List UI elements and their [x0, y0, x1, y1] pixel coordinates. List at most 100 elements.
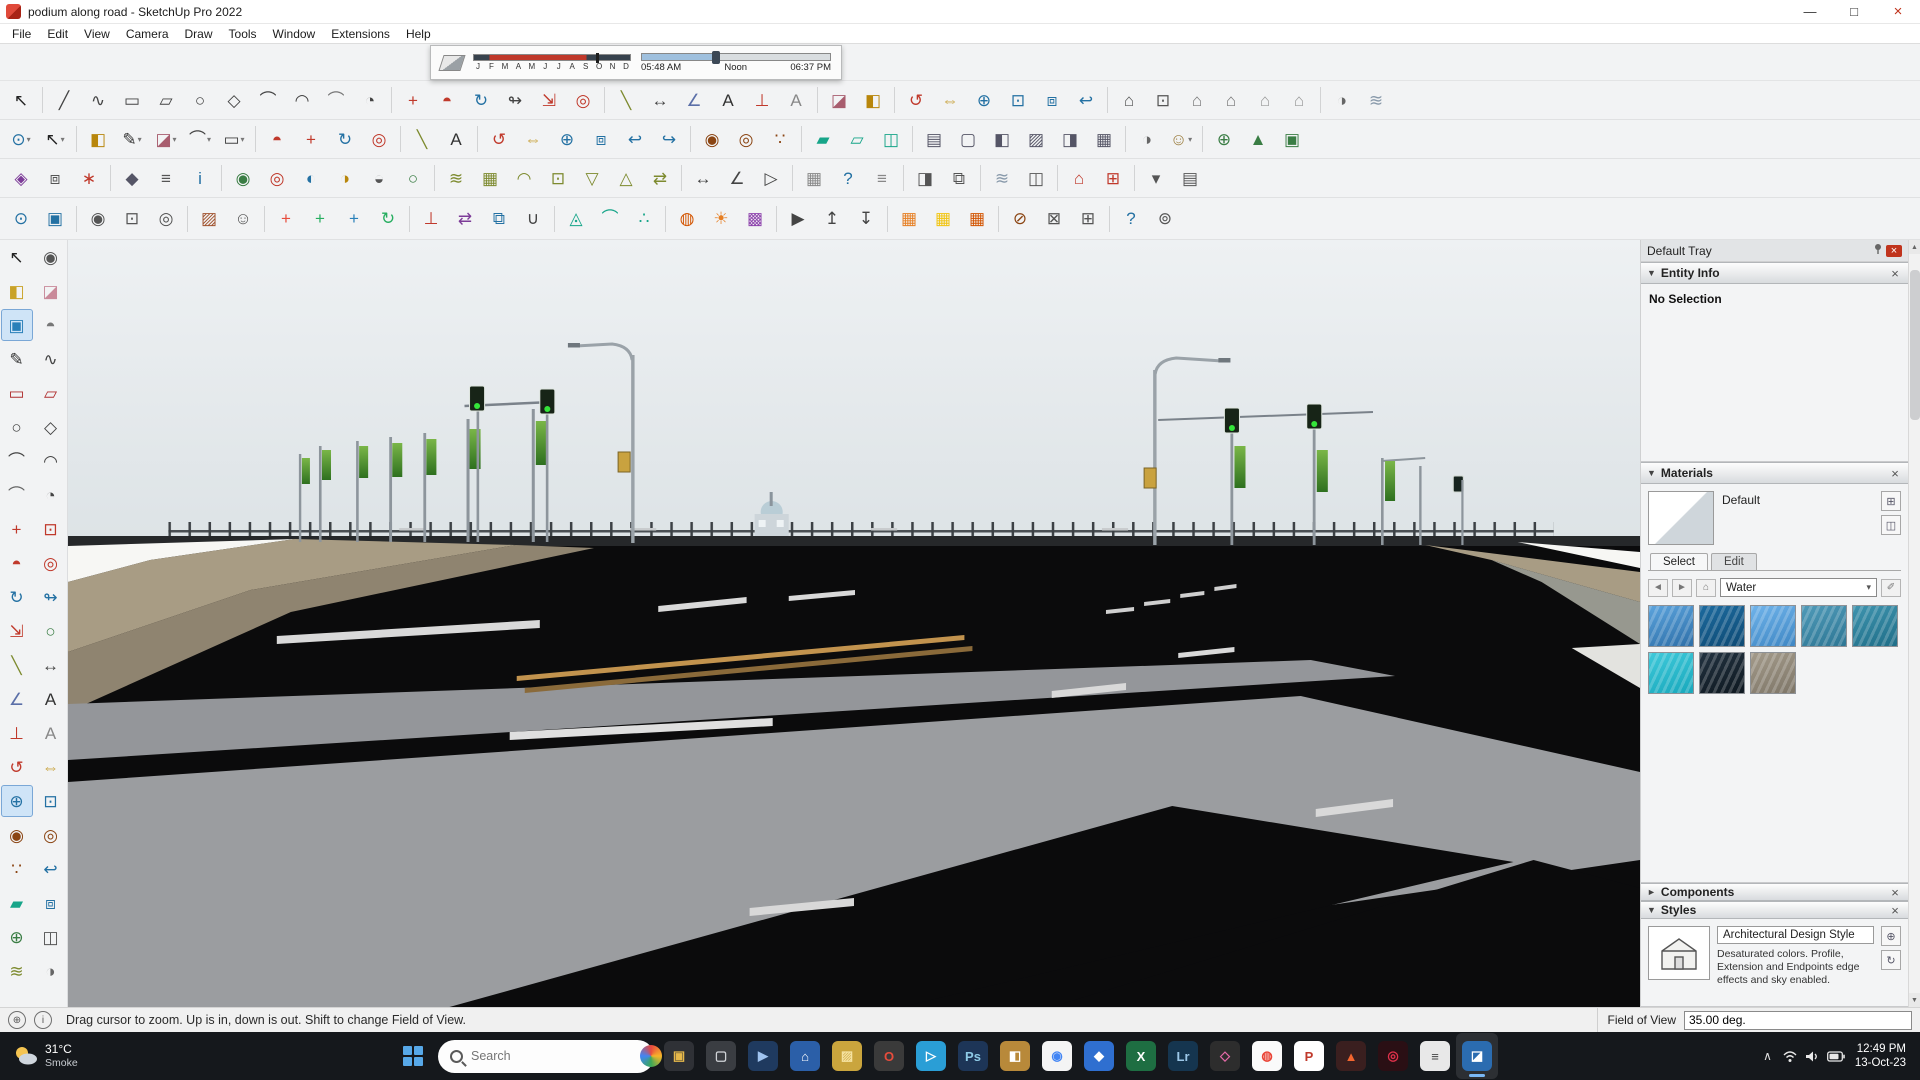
iso-view-icon[interactable]: ⌂ — [1112, 85, 1146, 116]
polygon-tool-icon[interactable]: ◇ — [217, 85, 251, 116]
create-material-button[interactable]: ⊞ — [1881, 491, 1901, 511]
freehand-tool-icon[interactable]: ∿ — [81, 85, 115, 116]
palette-dimension-tool[interactable]: ↔ — [35, 649, 67, 681]
text-icon[interactable]: A — [439, 124, 473, 155]
palette-previous-view-tool[interactable]: ↩ — [35, 853, 67, 885]
palette-polygon-tool[interactable]: ◇ — [35, 411, 67, 443]
grid-icon[interactable]: ▦ — [797, 163, 831, 194]
previous-view-icon[interactable]: ↩ — [1069, 85, 1103, 116]
protractor-tool-icon[interactable]: ∠ — [677, 85, 711, 116]
zoom-extents-tool-icon[interactable]: ⧈ — [1035, 85, 1069, 116]
top-view-icon[interactable]: ⊡ — [1146, 85, 1180, 116]
palette-orbit-tool[interactable]: ↺ — [1, 751, 33, 783]
hidden-line-style-icon[interactable]: ▢ — [951, 124, 985, 155]
three-point-arc-tool-icon[interactable]: ⌒ — [319, 85, 353, 116]
palette-two-point-arc-tool[interactable]: ◠ — [35, 445, 67, 477]
components-close-icon[interactable]: × — [1888, 885, 1902, 900]
position-texture-icon[interactable]: ▨ — [192, 203, 226, 234]
palette-zoom-extents-tool[interactable]: ⧈ — [35, 887, 67, 919]
palette-line-tool[interactable]: ✎ — [1, 343, 33, 375]
scroll-up-arrow-icon[interactable]: ▲ — [1909, 240, 1920, 254]
palette-select-tool[interactable]: ↖ — [1, 241, 33, 273]
taskbar-monitor-icon[interactable]: ▢ — [700, 1033, 742, 1079]
palette-push-pull-alt-tool[interactable]: ◓ — [35, 309, 67, 341]
update-style-button[interactable]: ↻ — [1881, 950, 1901, 970]
palette-match-photo-tool[interactable]: ◫ — [35, 921, 67, 953]
solid-union-icon[interactable]: ◉ — [226, 163, 260, 194]
sample-paint-icon[interactable]: ✐ — [1881, 578, 1901, 597]
dropdown-caret-icon[interactable]: ▾ — [27, 135, 31, 144]
components-header[interactable]: ► Components × — [1641, 883, 1908, 901]
taskbar-photos-icon[interactable]: ▣ — [658, 1033, 700, 1079]
paint-bucket-tool-icon[interactable]: ◧ — [856, 85, 890, 116]
section-plane-icon[interactable]: ▰ — [806, 124, 840, 155]
advanced-camera-icon[interactable]: ◉ — [81, 203, 115, 234]
look-through-camera-icon[interactable]: ◎ — [149, 203, 183, 234]
tape-measure-icon[interactable]: ╲ — [405, 124, 439, 155]
shape-dropdown-icon[interactable]: ▭ ▾ — [217, 124, 251, 155]
palette-geolocate-tool[interactable]: ⊕ — [1, 921, 33, 953]
taskbar-pinterest-icon[interactable]: P — [1288, 1033, 1330, 1079]
entity-info-close-icon[interactable]: × — [1888, 266, 1902, 281]
menu-file[interactable]: File — [4, 25, 39, 43]
styles-panel-icon[interactable]: ◨ — [908, 163, 942, 194]
solid-subtract-icon[interactable]: ◎ — [260, 163, 294, 194]
import-icon[interactable]: ↧ — [849, 203, 883, 234]
swatch-water-ocean[interactable] — [1852, 605, 1898, 647]
mirror-icon[interactable]: ⇄ — [448, 203, 482, 234]
smoove-icon[interactable]: ◠ — [507, 163, 541, 194]
palette-text-tool[interactable]: A — [35, 683, 67, 715]
palette-outer-shell-tool[interactable]: ○ — [35, 615, 67, 647]
help-icon[interactable]: ? — [1114, 203, 1148, 234]
arc-tool-icon[interactable]: ⌒ — [251, 85, 285, 116]
shadow-dialog-icon[interactable]: ◑ — [1130, 124, 1164, 155]
taskbar-maps-icon[interactable]: ◆ — [1078, 1033, 1120, 1079]
zoom-icon[interactable]: ⊕ — [550, 124, 584, 155]
taskbar-chrome-icon[interactable]: ◉ — [1036, 1033, 1078, 1079]
solid-split-icon[interactable]: ◒ — [362, 163, 396, 194]
follow-me-tool-icon[interactable]: ↬ — [498, 85, 532, 116]
sandbox-contours-icon[interactable]: ≋ — [439, 163, 473, 194]
taskbar-excel-icon[interactable]: X — [1120, 1033, 1162, 1079]
swatch-water-deep[interactable] — [1699, 605, 1745, 647]
back-view-icon[interactable]: ⌂ — [1248, 85, 1282, 116]
select-tool-icon[interactable]: ↖ — [4, 85, 38, 116]
palette-soften-edges-tool[interactable]: ≋ — [1, 955, 33, 987]
push-pull-icon[interactable]: ◓ — [260, 124, 294, 155]
two-point-arc-tool-icon[interactable]: ◠ — [285, 85, 319, 116]
settings-icon[interactable]: ⊚ — [1148, 203, 1182, 234]
palette-material-box-tool[interactable]: ▣ — [0, 309, 33, 341]
taskbar-sketchup-icon[interactable]: ◪ — [1456, 1033, 1498, 1079]
dimension-linear-icon[interactable]: ↔ — [686, 163, 720, 194]
search-input[interactable] — [471, 1049, 632, 1063]
weld-icon[interactable]: ∪ — [516, 203, 550, 234]
shadow-date-slider[interactable] — [473, 53, 631, 63]
taskbar-file-explorer-icon[interactable]: ▨ — [826, 1033, 868, 1079]
match-photo-icon[interactable]: ◫ — [1019, 163, 1053, 194]
make-group-icon[interactable]: ⧈ — [38, 163, 72, 194]
palette-orbit-eye-tool[interactable]: ◉ — [35, 241, 67, 273]
entity-info-header[interactable]: ▼ Entity Info × — [1641, 262, 1908, 284]
warehouse-grid-2-icon[interactable]: ▦ — [926, 203, 960, 234]
curve-tools-icon[interactable]: ⌒ — [593, 203, 627, 234]
tray-scrollbar[interactable]: ▲ ▼ — [1908, 240, 1920, 1007]
eraser-tool-icon[interactable]: ◪ — [822, 85, 856, 116]
pan-tool-icon[interactable]: ⇔ — [933, 85, 967, 116]
palette-three-point-arc-tool[interactable]: ⌒ — [1, 479, 33, 511]
wifi-icon[interactable] — [1782, 1050, 1798, 1063]
swatch-water-sparkling[interactable] — [1648, 605, 1694, 647]
menu-help[interactable]: Help — [398, 25, 439, 43]
vertex-tools-icon[interactable]: ∴ — [627, 203, 661, 234]
palette-pie-tool[interactable]: ◔ — [35, 479, 67, 511]
textured-style-icon[interactable]: ▨ — [1019, 124, 1053, 155]
palette-rectangle-tool[interactable]: ▭ — [1, 377, 33, 409]
materials-collection-dropdown[interactable]: Water ▾ — [1720, 578, 1877, 597]
next-view-icon[interactable]: ↪ — [652, 124, 686, 155]
move-plus-green-icon[interactable]: + — [303, 203, 337, 234]
solid-intersect-icon[interactable]: ◑ — [328, 163, 362, 194]
taskbar-opera-icon[interactable]: O — [868, 1033, 910, 1079]
entity-info-icon[interactable]: i — [183, 163, 217, 194]
explode-icon[interactable]: ∗ — [72, 163, 106, 194]
move-plus-red-icon[interactable]: + — [269, 203, 303, 234]
material-library-icon[interactable]: ▩ — [738, 203, 772, 234]
